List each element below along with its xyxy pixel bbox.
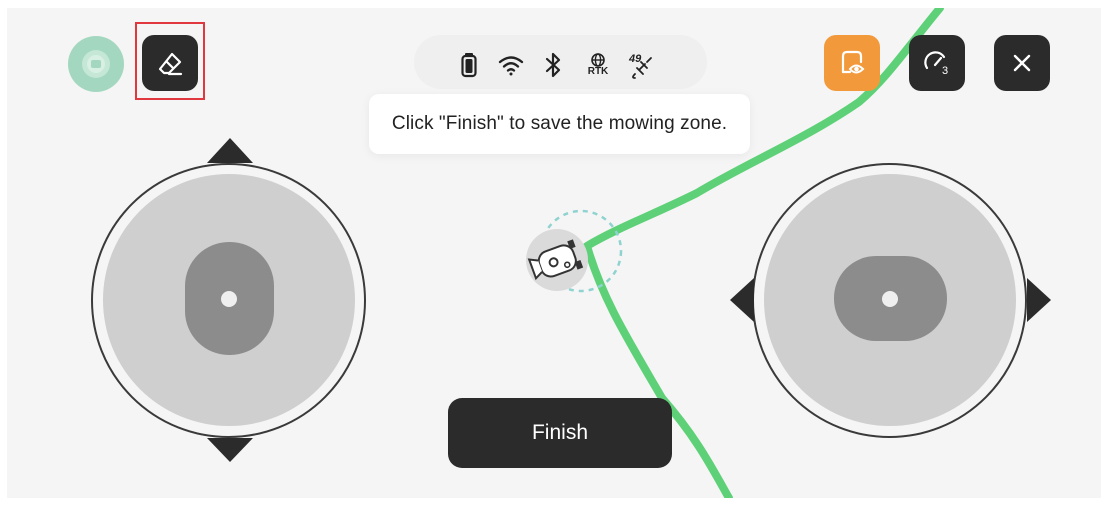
left-joystick-center-dot [221, 291, 237, 307]
view-toggle-button[interactable] [824, 35, 880, 91]
right-arrow-icon [1027, 278, 1051, 322]
speedometer-icon: 3 [924, 51, 948, 77]
hint-tooltip-text: Click "Finish" to save the mowing zone. [391, 113, 728, 134]
eraser-button[interactable] [142, 35, 198, 91]
hint-tooltip: Click "Finish" to save the mowing zone. [369, 94, 750, 154]
eye-icon [841, 50, 865, 74]
close-icon [1013, 54, 1031, 72]
rtk-label: RTK [587, 66, 609, 77]
satellite-icon: 49 [625, 50, 659, 80]
finish-button-label: Finish [531, 421, 589, 444]
mower-badge-icon [82, 50, 110, 78]
map-canvas[interactable]: RTK 49 Click "Finish" to save the mowing… [7, 8, 1101, 498]
right-joystick-center-dot [882, 291, 898, 307]
down-arrow-icon [207, 438, 253, 462]
speed-button[interactable]: 3 [909, 35, 965, 91]
mower-position-marker [526, 209, 623, 293]
finish-button[interactable]: Finish [448, 398, 672, 468]
wifi-icon [496, 50, 526, 80]
eraser-icon [158, 52, 183, 76]
speed-level: 3 [942, 65, 948, 77]
mower-badge[interactable] [68, 36, 124, 92]
left-arrow-icon [730, 278, 754, 322]
battery-icon [454, 50, 484, 80]
bluetooth-icon [538, 50, 568, 80]
rtk-icon: RTK [583, 50, 613, 80]
close-button[interactable] [994, 35, 1050, 91]
up-arrow-icon [207, 138, 253, 163]
